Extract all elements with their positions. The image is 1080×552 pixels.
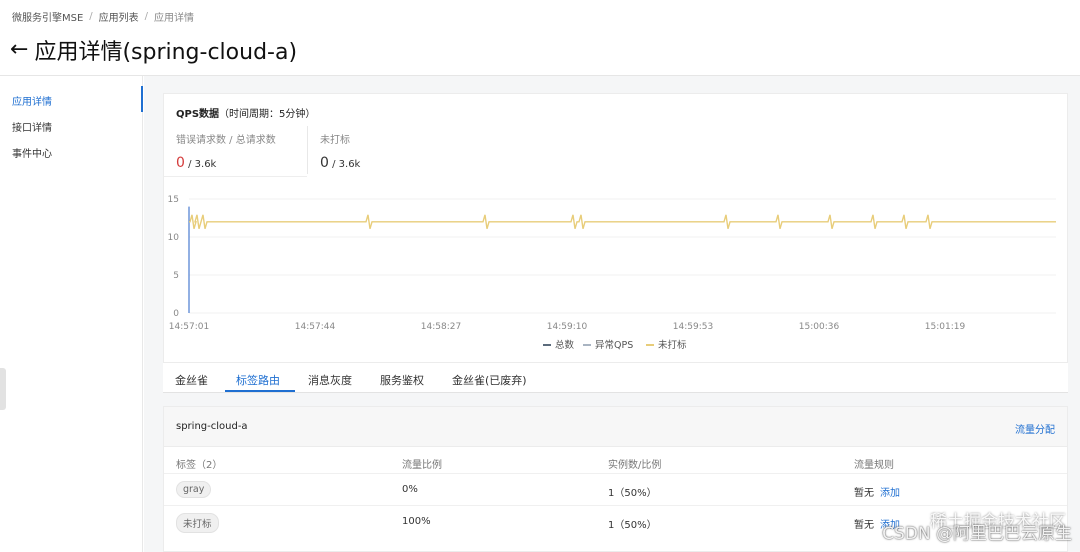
qps-period: （时间周期：5分钟） xyxy=(219,109,316,120)
column-header-ratio: 流量比例 xyxy=(402,460,442,471)
stat-total: / 3.6k xyxy=(332,159,361,170)
stat-value-row: 0 / 3.6k xyxy=(320,155,360,171)
sidebar-item-event-center[interactable]: 事件中心 xyxy=(12,145,52,160)
tag-badge: gray xyxy=(176,481,212,498)
tab-message-gray[interactable]: 消息灰度 xyxy=(308,372,352,388)
table-cell-ratio: 100% xyxy=(402,516,431,527)
qps-title: QPS数据（时间周期：5分钟） xyxy=(176,105,315,120)
tab-active-underline xyxy=(225,390,295,392)
tab-canary[interactable]: 金丝雀 xyxy=(175,372,208,388)
legend-label: 异常QPS xyxy=(595,339,633,351)
add-rule-link[interactable]: 添加 xyxy=(880,520,900,531)
qps-chart: 0 5 10 15 14:57:01 14:57:44 14:58:27 14:59:10 14… xyxy=(163,188,1068,358)
row-divider xyxy=(164,473,1067,474)
x-tick-label: 14:57:01 xyxy=(169,322,209,332)
stat-divider xyxy=(307,126,308,174)
tab-canary-deprecated[interactable]: 金丝雀(已废弃) xyxy=(452,372,527,388)
breadcrumb-item-mse[interactable]: 微服务引擎MSE xyxy=(12,9,83,24)
arrow-left-icon[interactable]: ← xyxy=(10,39,28,61)
tab-service-auth[interactable]: 服务鉴权 xyxy=(380,372,424,388)
tag-route-card: spring-cloud-a 流量分配 标签（2） 流量比例 实例数/比例 流量… xyxy=(163,406,1068,552)
stat-value: 0 xyxy=(320,155,329,171)
y-tick-label: 10 xyxy=(168,233,180,243)
stat-total: / 3.6k xyxy=(188,159,217,170)
breadcrumb-separator: / xyxy=(144,11,149,22)
sidebar-item-api-detail[interactable]: 接口详情 xyxy=(12,119,52,134)
stat-value-row: 0 / 3.6k xyxy=(176,155,276,171)
tab-tag-routing[interactable]: 标签路由 xyxy=(236,372,280,388)
route-app-name: spring-cloud-a xyxy=(176,421,248,432)
add-rule-link[interactable]: 添加 xyxy=(880,488,900,499)
stat-error-requests: 错误请求数 / 总请求数 0 / 3.6k xyxy=(176,131,276,171)
tag-badge: 未打标 xyxy=(176,513,219,533)
x-tick-label: 14:57:44 xyxy=(295,322,336,332)
stat-value: 0 xyxy=(176,155,185,171)
page-title: 应用详情(spring-cloud-a) xyxy=(34,40,298,65)
legend-label: 未打标 xyxy=(658,339,687,351)
x-tick-label: 14:58:27 xyxy=(421,322,461,332)
y-tick-label: 15 xyxy=(168,195,179,205)
y-tick-label: 5 xyxy=(173,271,179,281)
x-tick-label: 15:00:36 xyxy=(799,322,840,332)
rule-empty-text: 暂无 xyxy=(854,488,874,499)
route-card-header: spring-cloud-a 流量分配 xyxy=(164,407,1067,447)
table-cell-instances: 1（50%） xyxy=(608,488,657,499)
page-header: ← 应用详情(spring-cloud-a) xyxy=(10,34,297,66)
breadcrumb: 微服务引擎MSE / 应用列表 / 应用详情 xyxy=(12,9,194,24)
table-cell-rule: 暂无 添加 xyxy=(854,516,900,531)
row-divider xyxy=(164,505,1067,506)
sidebar-item-app-detail[interactable]: 应用详情 xyxy=(12,93,52,108)
breadcrumb-separator: / xyxy=(89,11,93,22)
sidebar: 应用详情 接口详情 事件中心 xyxy=(0,76,143,552)
stat-label: 未打标 xyxy=(320,135,350,146)
traffic-allocation-link[interactable]: 流量分配 xyxy=(1015,421,1055,436)
stat-untagged: 未打标 0 / 3.6k xyxy=(320,131,360,171)
y-tick-label: 0 xyxy=(173,309,179,319)
tab-bar: 金丝雀 标签路由 消息灰度 服务鉴权 金丝雀(已废弃) xyxy=(163,363,1068,393)
rule-empty-text: 暂无 xyxy=(854,520,874,531)
column-header-tag: 标签（2） xyxy=(176,460,223,471)
qps-chart-svg: 0 5 10 15 14:57:01 14:57:44 14:58:27 14:59:10 14… xyxy=(168,195,1056,351)
sidebar-active-indicator xyxy=(141,86,143,112)
x-tick-label: 14:59:53 xyxy=(673,322,713,332)
qps-title-main: QPS数据 xyxy=(176,109,220,120)
series-untagged-line xyxy=(189,214,1056,229)
app-page: 微服务引擎MSE / 应用列表 / 应用详情 ← 应用详情(spring-clo… xyxy=(0,0,1080,552)
breadcrumb-item-current: 应用详情 xyxy=(154,13,195,24)
stat-label: 错误请求数 / 总请求数 xyxy=(176,135,276,146)
legend-label: 总数 xyxy=(555,339,575,351)
x-tick-label: 15:01:19 xyxy=(925,322,966,332)
stat-panel-divider xyxy=(164,176,307,177)
column-header-instances: 实例数/比例 xyxy=(608,460,662,471)
sidebar-collapse-handle[interactable] xyxy=(0,368,6,410)
column-header-rule: 流量规则 xyxy=(854,460,894,471)
table-cell-instances: 1（50%） xyxy=(608,520,657,531)
x-tick-label: 14:59:10 xyxy=(547,322,588,332)
table-cell-ratio: 0% xyxy=(402,484,418,495)
table-cell-rule: 暂无 添加 xyxy=(854,484,900,499)
breadcrumb-item-app-list[interactable]: 应用列表 xyxy=(99,9,139,24)
